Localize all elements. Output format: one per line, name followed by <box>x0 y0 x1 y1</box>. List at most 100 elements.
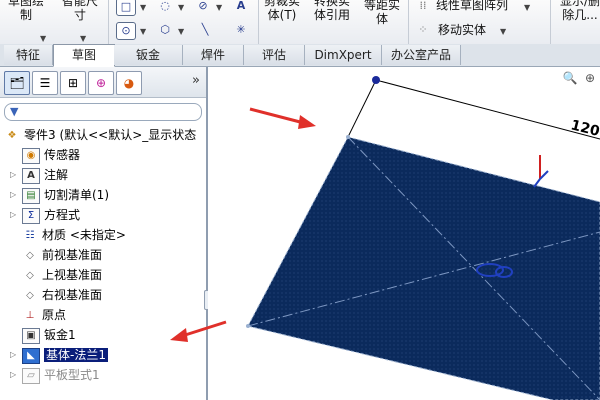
tree-item-label: 钣金1 <box>44 328 76 342</box>
sketch-point <box>246 324 250 328</box>
plane-icon: ◇ <box>26 289 34 301</box>
tree-item-front-plane[interactable]: ◇ 前视基准面 <box>22 245 102 265</box>
tree-item-origin[interactable]: ⊥ 原点 <box>22 305 66 325</box>
display-delete-relations-button[interactable]: 显示/删 除几... <box>560 0 600 22</box>
toolbar-separator <box>258 0 259 44</box>
tree-item-label: 传感器 <box>44 148 81 162</box>
rectangle-icon[interactable]: □ <box>116 0 136 16</box>
trim-label-2: 体(T) <box>267 8 297 22</box>
tab-dimxpert[interactable]: DimXpert <box>305 45 382 65</box>
chevron-down-icon[interactable]: ▼ <box>178 27 184 36</box>
toolbar-separator <box>108 0 109 44</box>
smart-dimension-button[interactable]: 智能尺 寸 <box>62 0 98 22</box>
tree-item-label: 右视基准面 <box>42 288 103 302</box>
origin-icon: ⊥ <box>25 309 35 321</box>
expand-icon[interactable]: ▷ <box>10 351 18 359</box>
chevron-down-icon[interactable]: ▼ <box>178 3 184 12</box>
chevron-down-icon[interactable]: ▼ <box>524 3 530 12</box>
cut-list-icon: ▤ <box>22 187 40 204</box>
flat-pattern-icon: ▱ <box>22 367 40 384</box>
arc-icon[interactable]: ⊘ <box>194 0 212 14</box>
sketch-canvas: 120 <box>246 76 600 400</box>
dimxpert-manager-tab-icon[interactable]: ⊕ <box>88 71 114 95</box>
display-manager-tab-icon[interactable]: ◕ <box>116 71 142 95</box>
tree-item-sensors[interactable]: ◉ 传感器 <box>22 145 80 165</box>
tab-sheet-metal[interactable]: 钣金 <box>114 45 183 65</box>
convert-label-1: 转换实 <box>314 0 351 8</box>
expand-icon[interactable]: ▷ <box>10 191 18 199</box>
text-icon[interactable]: A <box>232 0 250 14</box>
offset-entities-button[interactable]: 等距实 体 <box>364 0 400 26</box>
slot-icon[interactable]: ⊙ <box>116 22 136 40</box>
tree-item-base-flange[interactable]: ▷ ◣ 基体-法兰1 <box>10 345 108 365</box>
equation-icon: Σ <box>22 207 40 224</box>
graphics-area[interactable]: 🔍 ⊕ 120 <box>208 67 600 400</box>
tree-item-label: 切割清单(1) <box>44 188 109 202</box>
plane-icon: ◇ <box>26 249 34 261</box>
sketch-button[interactable]: 草图绘 制 <box>8 0 44 22</box>
expand-icon[interactable]: ▷ <box>10 211 18 219</box>
feature-manager-tab-icon[interactable]: 🗂 <box>4 71 30 95</box>
configuration-manager-tab-icon[interactable]: ⊞ <box>60 71 86 95</box>
tree-item-material[interactable]: ☷ 材质 <未指定> <box>22 225 126 245</box>
tree-item-label: 方程式 <box>44 208 81 222</box>
relations-label-1: 显示/删 <box>560 0 600 8</box>
spline-icon[interactable]: ◌ <box>156 0 174 14</box>
tab-evaluate[interactable]: 评估 <box>244 45 305 65</box>
tree-item-cut-list[interactable]: ▷ ▤ 切割清单(1) <box>10 185 109 205</box>
tree-item-label: 注解 <box>44 168 69 182</box>
tree-item-label: 上视基准面 <box>42 268 103 282</box>
chevron-down-icon[interactable]: ▼ <box>80 34 86 43</box>
chevron-down-icon[interactable]: ▼ <box>500 27 506 36</box>
tab-sketch[interactable]: 草图 <box>53 44 115 67</box>
tab-features[interactable]: 特征 <box>4 45 53 65</box>
tree-filter-input[interactable]: ▼ <box>4 103 202 121</box>
convert-label-2: 体引用 <box>314 8 351 22</box>
move-entities-icon[interactable]: ⁘ <box>414 22 432 38</box>
polygon-icon[interactable]: ⬡ <box>156 22 174 38</box>
sensor-icon: ◉ <box>22 147 40 164</box>
annotation-arrowhead <box>298 115 316 129</box>
chevron-down-icon[interactable]: ▼ <box>216 3 222 12</box>
material-icon: ☷ <box>25 229 35 241</box>
tree-item-label: 材质 <未指定> <box>42 228 126 242</box>
linear-pattern-button[interactable]: 线性草图阵列 <box>436 0 508 12</box>
tree-item-equations[interactable]: ▷ Σ 方程式 <box>10 205 81 225</box>
expand-icon[interactable]: ▷ <box>10 171 18 179</box>
sheet-metal-icon: ▣ <box>22 327 40 344</box>
tree-item-right-plane[interactable]: ◇ 右视基准面 <box>22 285 102 305</box>
chevron-down-icon[interactable]: ▼ <box>140 3 146 12</box>
convert-entities-button[interactable]: 转换实 体引用 <box>314 0 350 22</box>
move-entities-button[interactable]: 移动实体 <box>438 23 486 37</box>
trim-entities-button[interactable]: 剪裁实 体(T) <box>264 0 300 22</box>
centerline-icon[interactable]: ╲ <box>196 22 214 38</box>
tree-item-top-plane[interactable]: ◇ 上视基准面 <box>22 265 102 285</box>
plane-icon: ◇ <box>26 269 34 281</box>
chevron-down-icon[interactable]: ▼ <box>140 27 146 36</box>
tree-item-sheet-metal[interactable]: ▣ 钣金1 <box>22 325 76 345</box>
dimension-extension-line <box>347 79 377 138</box>
tab-weldments[interactable]: 焊件 <box>183 45 244 65</box>
smart-dimension-label-2: 寸 <box>74 8 87 22</box>
tab-office-products[interactable]: 办公室产品 <box>382 45 461 65</box>
chevron-down-icon[interactable]: ▼ <box>40 34 46 43</box>
feature-manager-panel: 🗂 ☰ ⊞ ⊕ ◕ » ▼ ❖ 零件3 (默认<<默认>_显示状态 ◉ 传感器 ▷ … <box>0 67 208 400</box>
chevrons-right-icon[interactable]: » <box>192 73 200 88</box>
tree-item-flat-pattern[interactable]: ▷ ▱ 平板型式1 <box>10 365 100 385</box>
property-manager-tab-icon[interactable]: ☰ <box>32 71 58 95</box>
filter-icon: ▼ <box>10 105 19 118</box>
tree-item-label: 平板型式1 <box>44 368 100 382</box>
relations-label-2: 除几... <box>562 8 598 22</box>
trim-label-1: 剪裁实 <box>264 0 301 8</box>
linear-pattern-icon[interactable]: ⁞⁞ <box>414 0 432 14</box>
tree-item-label: 前视基准面 <box>42 248 103 262</box>
command-manager-tabs: 特征 草图 钣金 焊件 评估 DimXpert 办公室产品 <box>0 44 600 67</box>
expand-icon[interactable]: ▷ <box>10 371 18 379</box>
tree-item-annotations[interactable]: ▷ A 注解 <box>10 165 69 185</box>
part-icon: ❖ <box>7 129 17 141</box>
point-icon[interactable]: ✳ <box>232 22 250 38</box>
offset-label-1: 等距实 <box>364 0 401 12</box>
tree-root[interactable]: ❖ 零件3 (默认<<默认>_显示状态 <box>4 125 197 145</box>
annotation-arrow <box>249 107 305 125</box>
tree-item-label: 原点 <box>42 308 67 322</box>
